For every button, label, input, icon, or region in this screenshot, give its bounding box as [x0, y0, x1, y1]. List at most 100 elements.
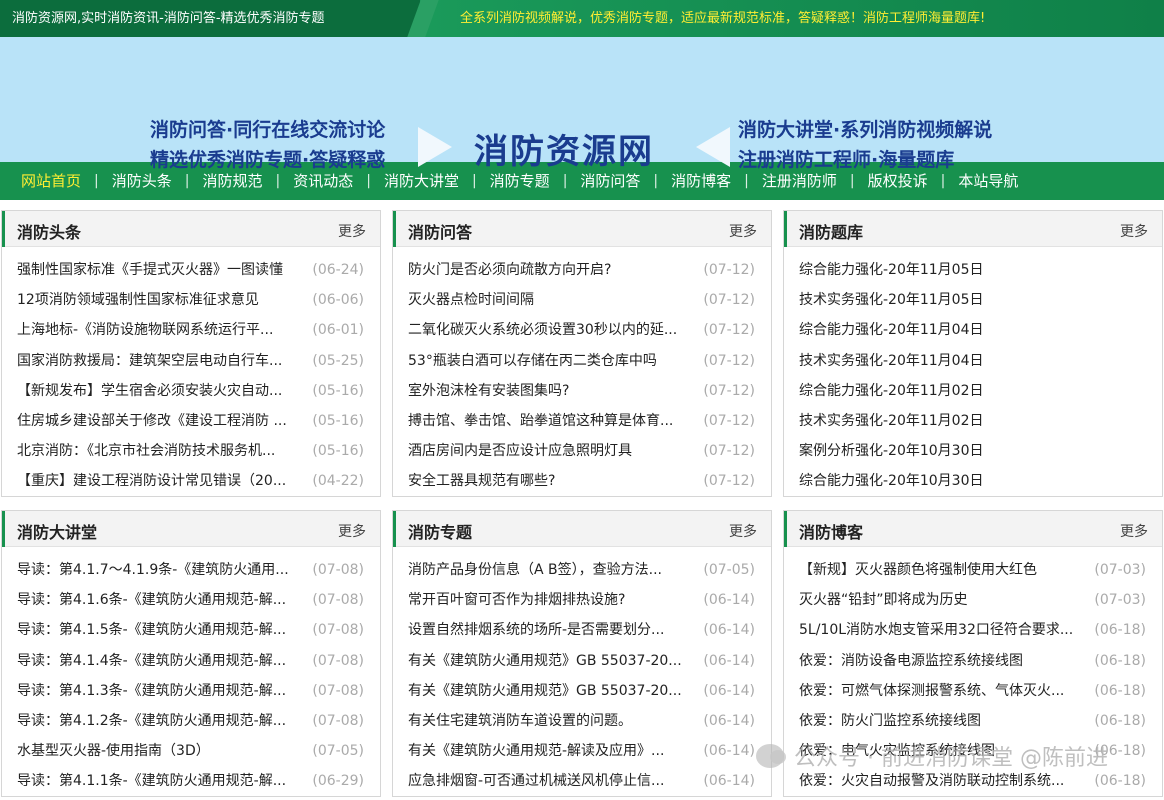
article-link[interactable]: 防火门是否必须向疏散方向开启? — [408, 255, 698, 285]
article-list: 【新规】灭火器颜色将强制使用大红色 (07-03) 灭火器“铅封”即将成为历史 (07… — [784, 547, 1162, 797]
more-link[interactable]: 更多 — [729, 521, 757, 541]
article-link[interactable]: 上海地标-《消防设施物联网系统运行平... — [17, 315, 307, 345]
list-item: 住房城乡建设部关于修改《建设工程消防 ... (05-16) — [2, 406, 380, 436]
panel: 消防博客 更多【新规】灭火器颜色将强制使用大红色 (07-03) 灭火器“铅封”即将成… — [783, 510, 1163, 797]
article-link[interactable]: 设置自然排烟系统的场所-是否需要划分... — [408, 615, 698, 645]
article-link[interactable]: 依爱：防火门监控系统接线图 — [799, 706, 1089, 736]
article-link[interactable]: 有关住宅建筑消防车道设置的问题。 — [408, 706, 698, 736]
article-link[interactable]: 技术实务强化-20年11月05日 — [799, 285, 1089, 315]
article-list: 强制性国家标准《手提式灭火器》一图读懂 (06-24) 12项消防领域强制性国家标准… — [2, 247, 380, 497]
article-link[interactable]: 导读：第4.1.5条-《建筑防火通用规范-解... — [17, 615, 307, 645]
article-link[interactable]: 有关《建筑防火通用规范》GB 55037-20... — [408, 676, 698, 706]
article-link[interactable]: 案例分析强化-20年10月30日 — [799, 436, 1089, 466]
article-date: (05-16) — [312, 412, 364, 429]
article-link[interactable]: 综合能力强化-20年11月05日 — [799, 255, 1089, 285]
list-item: 有关《建筑防火通用规范-解读及应用》... (06-14) — [393, 736, 771, 766]
more-link[interactable]: 更多 — [338, 221, 366, 241]
nav-item[interactable]: 资讯动态 — [280, 162, 366, 200]
more-link[interactable]: 更多 — [1120, 221, 1148, 241]
article-link[interactable]: 综合能力强化-20年11月02日 — [799, 376, 1089, 406]
panel-title[interactable]: 消防问答 — [392, 211, 472, 247]
article-link[interactable]: 依爱：可燃气体探测报警系统、气体灭火... — [799, 676, 1089, 706]
panel: 消防大讲堂 更多导读：第4.1.7～4.1.9条-《建筑防火通用... (07-08… — [1, 510, 381, 797]
panel-title[interactable]: 消防专题 — [392, 511, 472, 547]
article-link[interactable]: 导读：第4.1.2条-《建筑防火通用规范-解... — [17, 706, 307, 736]
more-link[interactable]: 更多 — [1120, 521, 1148, 541]
article-link[interactable]: 有关《建筑防火通用规范-解读及应用》... — [408, 736, 698, 766]
article-link[interactable]: 导读：第4.1.6条-《建筑防火通用规范-解... — [17, 585, 307, 615]
article-date: (07-08) — [312, 682, 364, 699]
article-link[interactable]: 依爱：火灾自动报警及消防联动控制系统... — [799, 766, 1089, 796]
article-link[interactable]: 安全工器具规范有哪些? — [408, 466, 698, 496]
panel-title[interactable]: 消防大讲堂 — [1, 511, 97, 547]
list-item: 案例分析强化-20年10月30日 — [784, 436, 1162, 466]
article-link[interactable]: 【新规发布】学生宿舍必须安装火灾自动... — [17, 376, 307, 406]
article-link[interactable]: 技术实务强化-20年11月02日 — [799, 406, 1089, 436]
nav-item[interactable]: 消防专题 — [477, 162, 563, 200]
list-item: 技术实务强化-20年11月04日 — [784, 346, 1162, 376]
list-item: 依爱：消防设备电源监控系统接线图 (06-18) — [784, 646, 1162, 676]
article-link[interactable]: 导读：第4.1.3条-《建筑防火通用规范-解... — [17, 676, 307, 706]
article-link[interactable]: 住房城乡建设部关于修改《建设工程消防 ... — [17, 406, 307, 436]
article-link[interactable]: 依爱：消防设备电源监控系统接线图 — [799, 646, 1089, 676]
article-link[interactable]: 灭火器“铅封”即将成为历史 — [799, 585, 1089, 615]
nav-item[interactable]: 消防博客 — [658, 162, 744, 200]
site-slogan: 消防资源网,实时消防资讯-消防问答-精选优秀消防专题 — [0, 0, 420, 37]
list-item: 技术实务强化-20年11月02日 — [784, 406, 1162, 436]
list-item: 综合能力强化-20年10月30日 — [784, 466, 1162, 496]
article-link[interactable]: 酒店房间内是否应设计应急照明灯具 — [408, 436, 698, 466]
more-link[interactable]: 更多 — [729, 221, 757, 241]
article-link[interactable]: 常开百叶窗可否作为排烟排热设施? — [408, 585, 698, 615]
article-link[interactable]: 12项消防领域强制性国家标准征求意见 — [17, 285, 307, 315]
nav-item[interactable]: 消防问答 — [567, 162, 653, 200]
article-link[interactable]: 水基型灭火器-使用指南（3D） — [17, 736, 307, 766]
article-date: (07-08) — [312, 562, 364, 578]
list-item: 北京消防：《北京市社会消防技术服务机... (05-16) — [2, 436, 380, 466]
article-link[interactable]: 国家消防救援局：建筑架空层电动自行车... — [17, 346, 307, 376]
list-item: 导读：第4.1.2条-《建筑防火通用规范-解... (07-08) — [2, 706, 380, 736]
article-date: (07-12) — [703, 322, 755, 339]
article-link[interactable]: 强制性国家标准《手提式灭火器》一图读懂 — [17, 255, 307, 285]
nav-item[interactable]: 本站导航 — [945, 162, 1031, 200]
article-date: (07-05) — [703, 562, 755, 578]
article-link[interactable]: 消防产品身份信息（A B签），查验方法... — [408, 555, 698, 585]
list-item: 导读：第4.1.6条-《建筑防火通用规范-解... (07-08) — [2, 585, 380, 615]
article-link[interactable]: 综合能力强化-20年11月04日 — [799, 315, 1089, 345]
article-link[interactable]: 应急排烟窗-可否通过机械送风机停止信... — [408, 766, 698, 796]
article-link[interactable]: 二氧化碳灭火系统必须设置30秒以内的延... — [408, 315, 698, 345]
article-list: 消防产品身份信息（A B签），查验方法... (07-05) 常开百叶窗可否作为排烟… — [393, 547, 771, 797]
article-link[interactable]: 有关《建筑防火通用规范》GB 55037-20... — [408, 646, 698, 676]
article-link[interactable]: 【新规】灭火器颜色将强制使用大红色 — [799, 555, 1089, 585]
article-date: (07-12) — [703, 292, 755, 309]
nav-item[interactable]: 消防规范 — [189, 162, 275, 200]
article-link[interactable]: 北京消防：《北京市社会消防技术服务机... — [17, 436, 307, 466]
article-link[interactable]: 技术实务强化-20年11月04日 — [799, 346, 1089, 376]
article-link[interactable]: 灭火器点检时间间隔 — [408, 285, 698, 315]
article-link[interactable]: 【重庆】建设工程消防设计常见错误（20... — [17, 466, 307, 496]
article-link[interactable]: 53°瓶装白酒可以存储在丙二类仓库中吗 — [408, 346, 698, 376]
article-link[interactable]: 综合能力强化-20年10月30日 — [799, 466, 1089, 496]
article-link[interactable]: 导读：第4.1.7～4.1.9条-《建筑防火通用... — [17, 555, 307, 585]
nav-item[interactable]: 注册消防师 — [749, 162, 850, 200]
article-date: (06-01) — [312, 322, 364, 339]
chevron-left-icon — [696, 127, 730, 167]
panel-title[interactable]: 消防题库 — [783, 211, 863, 247]
article-date: (06-14) — [703, 773, 755, 790]
article-link[interactable]: 5L/10L消防水炮支管采用32口径符合要求... — [799, 615, 1089, 645]
article-date: (05-25) — [312, 352, 364, 369]
article-link[interactable]: 依爱：电气火灾监控系统接线图 — [799, 736, 1089, 766]
nav-item[interactable]: 版权投诉 — [855, 162, 941, 200]
article-link[interactable]: 室外泡沫栓有安装图集吗? — [408, 376, 698, 406]
more-link[interactable]: 更多 — [338, 521, 366, 541]
list-item: 搏击馆、拳击馆、跆拳道馆这种算是体育... (07-12) — [393, 406, 771, 436]
article-date: (07-08) — [312, 652, 364, 669]
article-link[interactable]: 导读：第4.1.1条-《建筑防火通用规范-解... — [17, 766, 307, 796]
nav-item[interactable]: 消防大讲堂 — [371, 162, 472, 200]
panel-title[interactable]: 消防博客 — [783, 511, 863, 547]
nav-item[interactable]: 消防头条 — [99, 162, 185, 200]
article-date: (06-14) — [703, 652, 755, 669]
panel-title[interactable]: 消防头条 — [1, 211, 81, 247]
article-link[interactable]: 导读：第4.1.4条-《建筑防火通用规范-解... — [17, 646, 307, 676]
article-link[interactable]: 搏击馆、拳击馆、跆拳道馆这种算是体育... — [408, 406, 698, 436]
nav-item[interactable]: 网站首页 — [8, 162, 94, 200]
